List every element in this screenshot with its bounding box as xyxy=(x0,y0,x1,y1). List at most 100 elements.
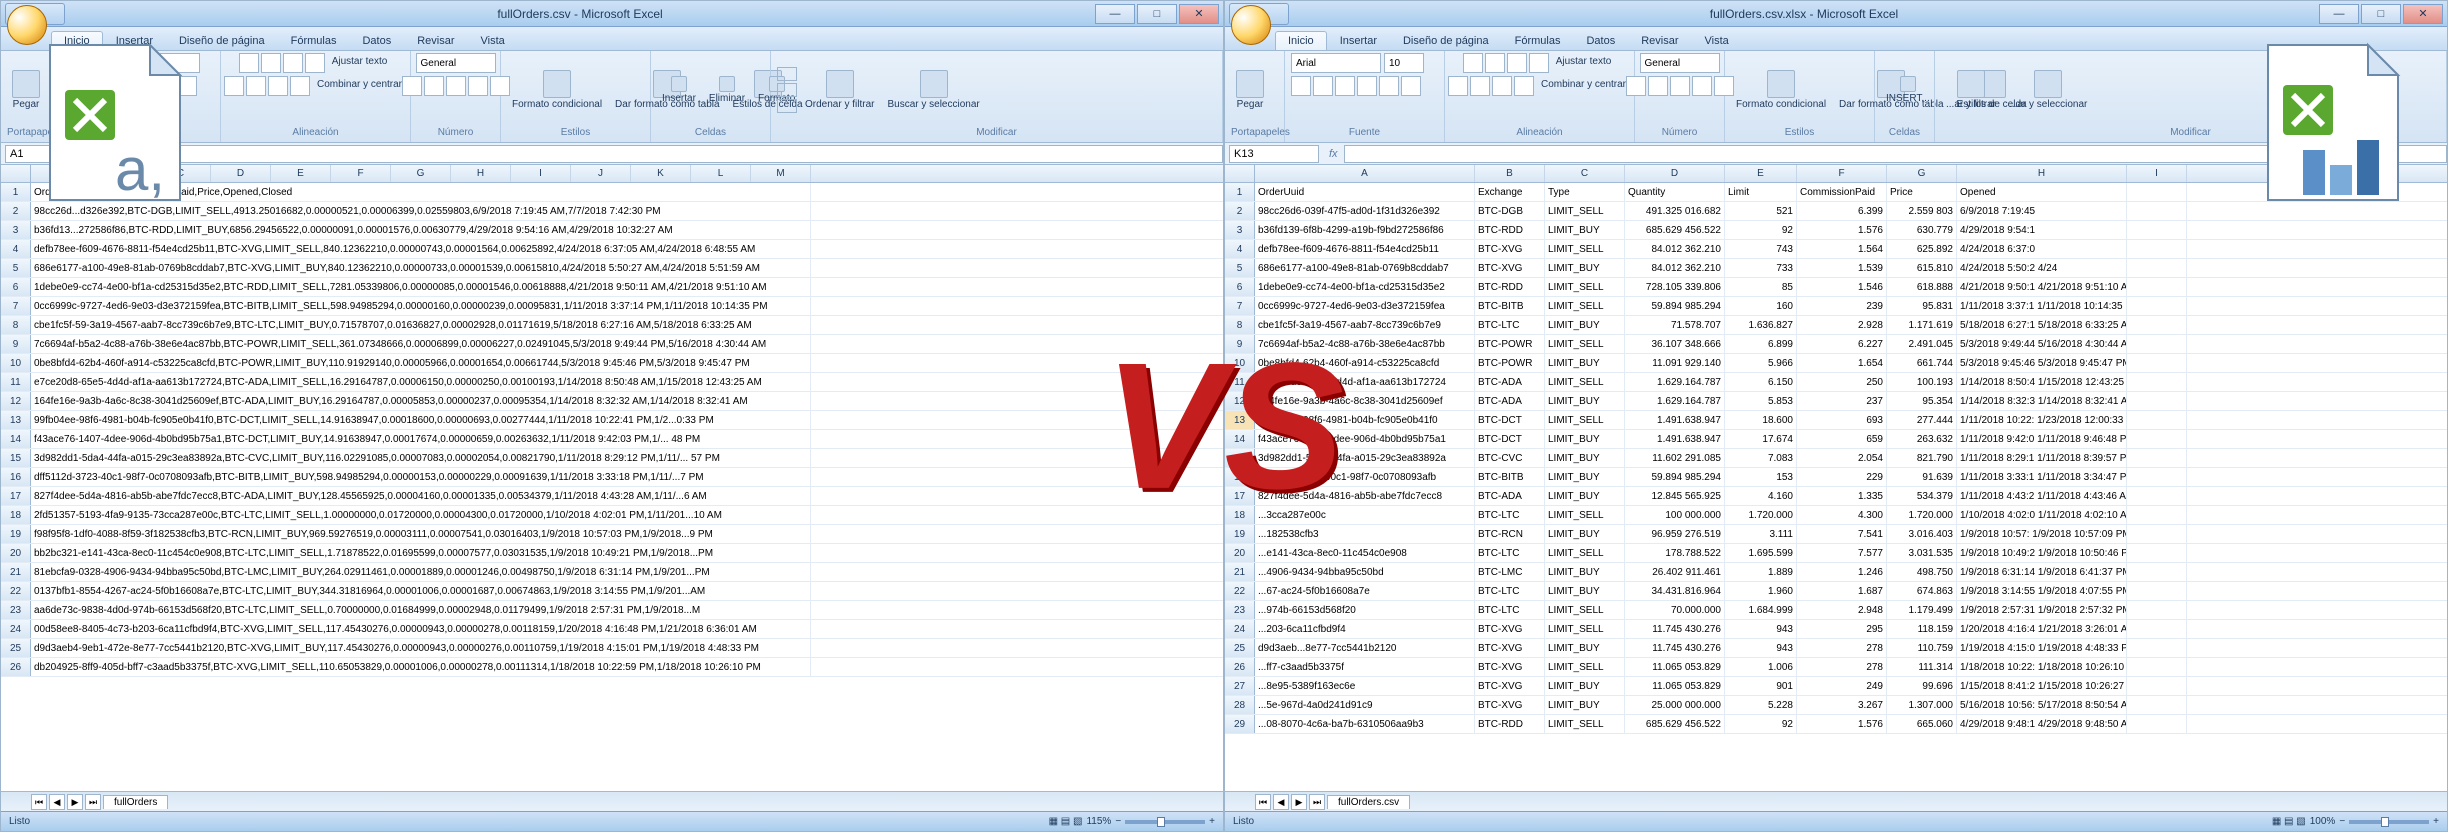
cell[interactable]: LIMIT_SELL xyxy=(1545,278,1625,296)
row-header[interactable]: 18 xyxy=(1225,506,1255,524)
find-select-r[interactable]: ...ar y seleccionar xyxy=(2004,67,2092,113)
cell[interactable]: cbe1fc5f-59-3a19-4567-aab7-8cc739c6b7e9,… xyxy=(31,316,811,334)
cell[interactable]: 7c6694af-b5a2-4c88-a76b-38e6e4ac87bb xyxy=(1255,335,1475,353)
cell[interactable]: 1debe0e9-cc74-4e00-bf1a-cd25315d35e2 xyxy=(1255,278,1475,296)
cell[interactable]: 160 xyxy=(1725,297,1797,315)
cell[interactable]: 6.899 xyxy=(1725,335,1797,353)
cell[interactable] xyxy=(2127,335,2187,353)
cell[interactable]: 1.636.827 xyxy=(1725,316,1797,334)
office-orb-right[interactable] xyxy=(1231,5,1271,45)
cell[interactable]: 11.745 430.276 xyxy=(1625,620,1725,638)
select-all-left[interactable] xyxy=(1,165,31,182)
cell[interactable]: 11.745 430.276 xyxy=(1625,639,1725,657)
cell[interactable]: 250 xyxy=(1797,373,1887,391)
cell[interactable]: 92 xyxy=(1725,221,1797,239)
cell[interactable]: dff5112d-3723-40c1-98f7-0c0708093afb,BTC… xyxy=(31,468,811,486)
cell[interactable]: 685.629 456.522 xyxy=(1625,221,1725,239)
cell[interactable]: BTC-XVG xyxy=(1475,677,1545,695)
row-header[interactable]: 18 xyxy=(1,506,31,524)
cell[interactable]: 1.960 xyxy=(1725,582,1797,600)
cell[interactable] xyxy=(2127,430,2187,448)
row-header[interactable]: 6 xyxy=(1225,278,1255,296)
cell[interactable]: 91.639 xyxy=(1887,468,1957,486)
fx-icon-r[interactable]: fx xyxy=(1323,148,1344,160)
cell[interactable]: dff5112d-3723-40c1-98f7-0c0708093afb xyxy=(1255,468,1475,486)
cell[interactable]: 1/11/2018 3:37:1 1/11/2018 10:14:35 PM xyxy=(1957,297,2127,315)
cell[interactable]: BTC-XVG xyxy=(1475,259,1545,277)
cell[interactable] xyxy=(2127,297,2187,315)
row-header[interactable]: 21 xyxy=(1225,563,1255,581)
merge-r[interactable]: Combinar y centrar xyxy=(1536,76,1631,96)
ribbon-tab[interactable]: Datos xyxy=(1573,31,1628,50)
cell[interactable]: BTC-LTC xyxy=(1475,601,1545,619)
cell[interactable]: LIMIT_BUY xyxy=(1545,468,1625,486)
cell[interactable]: 7.083 xyxy=(1725,449,1797,467)
tab-nav-first-r[interactable]: ⏮ xyxy=(1255,794,1271,810)
cell[interactable]: BTC-XVG xyxy=(1475,240,1545,258)
cell[interactable]: 2.491.045 xyxy=(1887,335,1957,353)
cell[interactable]: 12.845 565.925 xyxy=(1625,487,1725,505)
cell[interactable] xyxy=(2127,221,2187,239)
cell[interactable] xyxy=(2127,449,2187,467)
incdec-icon-r[interactable] xyxy=(1692,76,1712,96)
row-header[interactable]: 14 xyxy=(1,430,31,448)
cell[interactable]: BTC-DCT xyxy=(1475,411,1545,429)
cell[interactable]: 1.564 xyxy=(1797,240,1887,258)
cell[interactable]: 70.000.000 xyxy=(1625,601,1725,619)
row-header[interactable]: 11 xyxy=(1,373,31,391)
row-header[interactable]: 9 xyxy=(1,335,31,353)
header-cell[interactable]: Type xyxy=(1545,183,1625,201)
cell[interactable]: 943 xyxy=(1725,620,1797,638)
cell[interactable]: f98f95f8-1df0-4088-8f59-3f182538cfb3,BTC… xyxy=(31,525,811,543)
cell[interactable] xyxy=(2127,411,2187,429)
worksheet-tab-right[interactable]: fullOrders.csv xyxy=(1327,795,1410,809)
cell[interactable]: 3.111 xyxy=(1725,525,1797,543)
row-header[interactable]: 24 xyxy=(1,620,31,638)
cell[interactable]: d9d3aeb...8e77-7cc5441b2120 xyxy=(1255,639,1475,657)
cell[interactable] xyxy=(2127,525,2187,543)
fontcolor-icon-r[interactable] xyxy=(1401,76,1421,96)
wrap-text-r[interactable]: Ajustar texto xyxy=(1551,53,1617,73)
column-header[interactable]: M xyxy=(751,165,811,182)
cell[interactable]: 1.687 xyxy=(1797,582,1887,600)
cell[interactable]: 00d58ee8-8405-4c73-b203-6ca11cfbd9f4,BTC… xyxy=(31,620,811,638)
find-select-button[interactable]: Buscar y seleccionar xyxy=(882,67,984,113)
maximize-button-right[interactable]: □ xyxy=(2361,4,2401,24)
row-header[interactable]: 4 xyxy=(1225,240,1255,258)
align-br-icon[interactable] xyxy=(268,76,288,96)
cell[interactable]: ...4906-9434-94bba95c50bd xyxy=(1255,563,1475,581)
ribbon-tab[interactable]: Vista xyxy=(1692,31,1742,50)
cell[interactable]: 1/11/2018 4:43:2 1/11/2018 4:43:46 AM xyxy=(1957,487,2127,505)
cell[interactable]: LIMIT_BUY xyxy=(1545,221,1625,239)
border-icon-r[interactable] xyxy=(1357,76,1377,96)
row-header[interactable]: 7 xyxy=(1225,297,1255,315)
cell[interactable] xyxy=(2127,354,2187,372)
cell[interactable]: 11.602 291.085 xyxy=(1625,449,1725,467)
cell[interactable]: 1/9/2018 10:49:2 1/9/2018 10:50:46 PM xyxy=(1957,544,2127,562)
cell[interactable]: 59.894 985.294 xyxy=(1625,468,1725,486)
cell[interactable]: aa6de73c-9838-4d0d-974b-66153d568f20,BTC… xyxy=(31,601,811,619)
cell[interactable]: 1/9/2018 6:31:14 1/9/2018 6:41:37 PM xyxy=(1957,563,2127,581)
row-header[interactable]: 10 xyxy=(1,354,31,372)
comma-icon[interactable] xyxy=(446,76,466,96)
cell[interactable]: 1.576 xyxy=(1797,221,1887,239)
zoom-out-right[interactable]: − xyxy=(2339,816,2345,827)
zoom-in-left[interactable]: + xyxy=(1209,816,1215,827)
cell[interactable]: 1/9/2018 10:57: 1/9/2018 10:57:09 PM xyxy=(1957,525,2127,543)
row-header[interactable]: 14 xyxy=(1225,430,1255,448)
cell[interactable]: BTC-ADA xyxy=(1475,392,1545,410)
cell[interactable]: 686e6177-a100-49e8-81ab-0769b8cddab7,BTC… xyxy=(31,259,811,277)
cell[interactable] xyxy=(2127,563,2187,581)
sheet-left[interactable]: ABCDEFGHIJKLM 1OrderUu...,ity,Limit,Comm… xyxy=(1,165,1223,791)
cell[interactable]: 5.228 xyxy=(1725,696,1797,714)
align-tr-icon[interactable] xyxy=(283,53,303,73)
cell[interactable] xyxy=(2127,278,2187,296)
cell[interactable]: 71.578.707 xyxy=(1625,316,1725,334)
cell[interactable]: 6.227 xyxy=(1797,335,1887,353)
cell[interactable]: 4/21/2018 9:50:1 4/21/2018 9:51:10 AM xyxy=(1957,278,2127,296)
row-header[interactable]: 20 xyxy=(1225,544,1255,562)
cell[interactable]: BTC-ADA xyxy=(1475,487,1545,505)
cell[interactable]: 665.060 xyxy=(1887,715,1957,733)
ribbon-tab[interactable]: Revisar xyxy=(404,31,467,50)
zoom-in-right[interactable]: + xyxy=(2433,816,2439,827)
